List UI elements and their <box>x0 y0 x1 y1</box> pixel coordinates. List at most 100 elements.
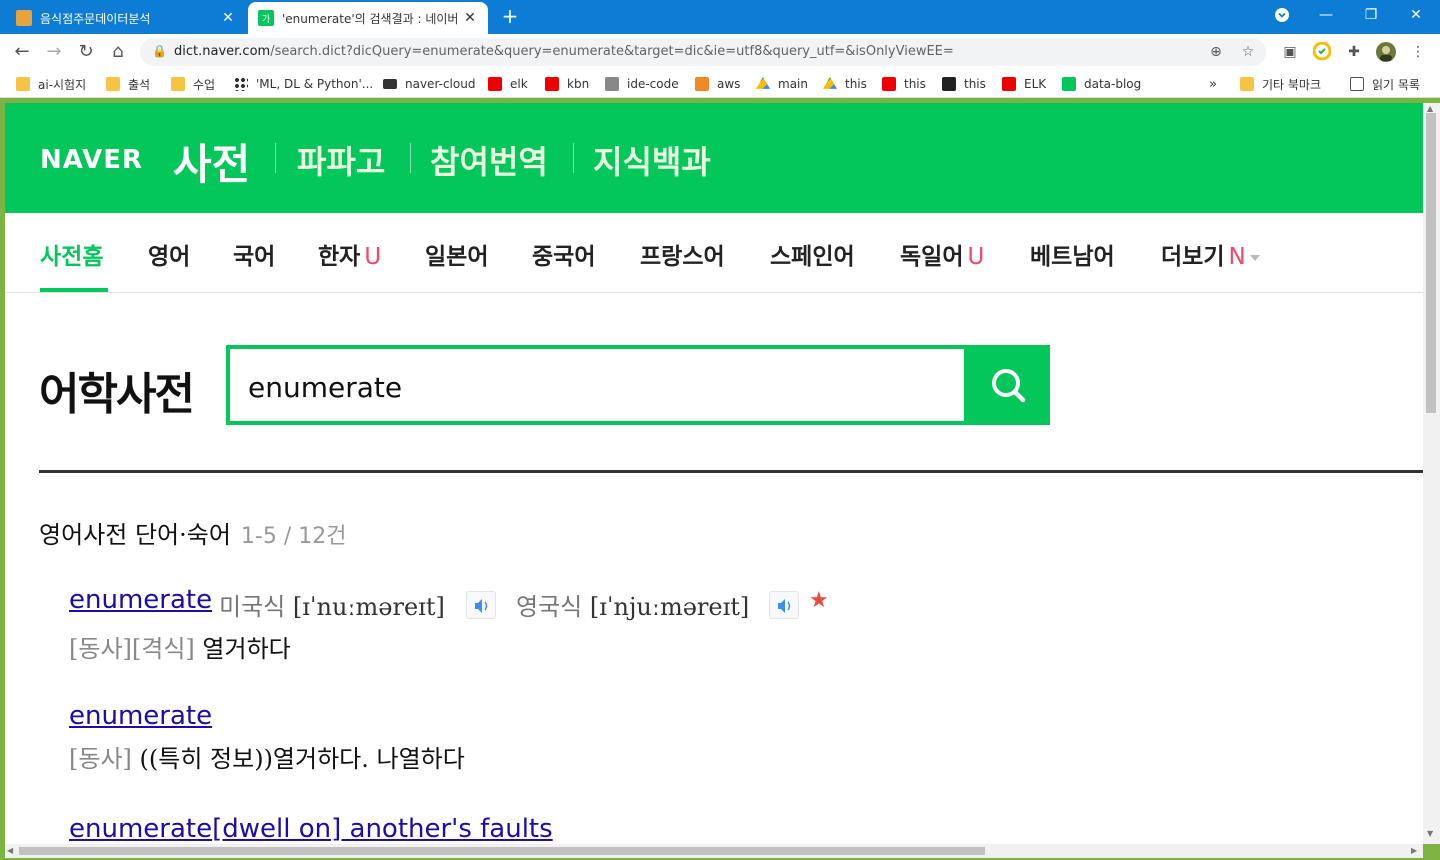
bookmark-item[interactable]: data-blog <box>1062 76 1141 92</box>
section-divider <box>39 470 1423 473</box>
bookmark-item[interactable]: this <box>823 76 867 92</box>
drive-icon <box>823 77 837 89</box>
bookmark-star-icon[interactable]: ☆ <box>1238 42 1258 62</box>
nav-hanja[interactable]: 한자 U <box>318 237 381 271</box>
bookmark-item[interactable]: kbn <box>545 76 589 92</box>
home-button[interactable]: ⌂ <box>106 40 130 64</box>
entry-meaning: [동사][격식] 열거하다 <box>69 635 291 663</box>
bookmark-item[interactable]: 출석 <box>106 76 150 92</box>
bookmark-item[interactable]: ai-시험지 <box>16 76 86 92</box>
nav-spanish[interactable]: 스페인어 <box>770 237 855 271</box>
entry-meaning: [동사] ((특히 정보))열거하다. 나열하다 <box>69 745 465 773</box>
entry-word-link[interactable]: enumerate <box>69 585 212 615</box>
bookmarks-overflow-button[interactable]: » <box>1209 76 1217 92</box>
us-pronunciation: 미국식 [ɪˈnuːməreɪt] <box>219 593 445 621</box>
close-icon[interactable]: ✕ <box>462 10 478 26</box>
entry-idiom-link[interactable]: enumerate[dwell on] another's faults <box>69 814 553 844</box>
nav-korean[interactable]: 국어 <box>233 237 275 271</box>
scroll-left-icon[interactable]: ◀ <box>7 846 13 855</box>
extension-color-icon[interactable] <box>1312 41 1332 62</box>
youtube-icon <box>882 77 896 91</box>
new-tab-button[interactable]: + <box>498 4 522 28</box>
search-box <box>226 345 968 425</box>
page-title: 어학사전 <box>39 369 195 420</box>
address-bar[interactable]: 🔒 dict.naver.com/search.dict?dicQuery=en… <box>140 38 1266 66</box>
horizontal-scrollbar[interactable]: ◀ ▶ <box>5 844 1423 858</box>
bookmark-item[interactable]: ELK <box>1002 76 1046 92</box>
bookmark-item[interactable]: this <box>882 76 926 92</box>
extension-icon[interactable]: ▣ <box>1280 42 1300 62</box>
bookmark-item[interactable]: 'ML, DL & Python'... <box>234 76 373 92</box>
nav-vietnamese[interactable]: 베트남어 <box>1030 237 1115 271</box>
tab-strip: 음식점주문데이터분석 ✕ 가 'enumerate'의 검색결과 : 네이버 ✕… <box>0 0 1440 34</box>
naver-header: NAVER 사전 파파고 참여번역 지식백과 <box>5 103 1423 213</box>
tab-naver-dict[interactable]: 가 'enumerate'의 검색결과 : 네이버 ✕ <box>248 2 488 34</box>
bookmark-item[interactable]: naver-cloud <box>383 76 475 92</box>
scroll-down-icon[interactable]: ▼ <box>1427 829 1433 838</box>
avatar[interactable] <box>1376 42 1396 62</box>
bookmark-item[interactable]: main <box>756 76 808 92</box>
reading-list-icon <box>1350 77 1364 91</box>
papago-link[interactable]: 파파고 <box>297 137 385 183</box>
tab-search-icon[interactable] <box>1262 0 1302 30</box>
ide-icon <box>605 77 619 91</box>
nav-english[interactable]: 영어 <box>148 237 190 271</box>
service-title[interactable]: 사전 <box>173 131 250 192</box>
scroll-up-icon[interactable]: ▲ <box>1427 104 1433 113</box>
separator <box>410 143 411 173</box>
scrollbar-thumb[interactable] <box>1426 113 1436 413</box>
search-icon <box>992 369 1026 403</box>
forward-button[interactable]: → <box>42 40 66 64</box>
reload-button[interactable]: ↻ <box>74 40 98 64</box>
bookmark-item[interactable]: this <box>942 76 986 92</box>
section-title: 영어사전 단어·숙어 1-5 / 12건 <box>39 521 347 549</box>
bookmark-item[interactable]: 수업 <box>171 76 215 92</box>
menu-icon[interactable]: ⋮ <box>1408 42 1428 62</box>
scroll-right-icon[interactable]: ▶ <box>1411 846 1417 855</box>
back-button[interactable]: ← <box>10 40 34 64</box>
zoom-icon[interactable]: ⊕ <box>1206 42 1226 62</box>
nav-dict-home[interactable]: 사전홈 <box>40 237 103 271</box>
translation-link[interactable]: 참여번역 <box>430 137 548 183</box>
nav-chinese[interactable]: 중국어 <box>532 237 595 271</box>
folder-icon <box>1240 77 1254 91</box>
puzzle-icon[interactable]: ✚ <box>1344 42 1364 62</box>
nav-french[interactable]: 프랑스어 <box>640 237 725 271</box>
scrollbar-thumb[interactable] <box>19 847 985 855</box>
restore-button[interactable]: ❐ <box>1351 0 1391 30</box>
nav-more[interactable]: 더보기 N <box>1161 237 1260 271</box>
notebook-icon <box>16 10 32 26</box>
new-badge: N <box>1228 244 1246 270</box>
result-count: 1-5 / 12건 <box>240 524 347 549</box>
star-icon[interactable]: ★ <box>809 588 829 613</box>
bookmark-item[interactable]: aws <box>695 76 740 92</box>
lock-icon[interactable]: 🔒 <box>152 44 167 58</box>
close-icon[interactable]: ✕ <box>220 10 236 26</box>
chevron-down-icon <box>1249 254 1260 261</box>
cloud-icon <box>383 79 397 89</box>
youtube-icon <box>488 77 502 91</box>
search-input[interactable] <box>248 367 948 407</box>
other-bookmarks[interactable]: 기타 북마크 <box>1240 76 1321 92</box>
tab-title: 'enumerate'의 검색결과 : 네이버 <box>282 11 459 26</box>
speaker-icon[interactable] <box>769 591 799 619</box>
encyclopedia-link[interactable]: 지식백과 <box>593 137 711 183</box>
entry-word-link[interactable]: enumerate <box>69 701 212 731</box>
naver-logo[interactable]: NAVER <box>40 145 143 175</box>
speaker-icon[interactable] <box>466 591 496 619</box>
tab-food-analysis[interactable]: 음식점주문데이터분석 ✕ <box>6 2 246 34</box>
page-content: NAVER 사전 파파고 참여번역 지식백과 사전홈 영어 국어 한자 U 일본어… <box>5 103 1423 844</box>
naver-dict-icon: 가 <box>258 10 274 26</box>
window-close-button[interactable]: ✕ <box>1396 0 1436 30</box>
nav-german[interactable]: 독일어 U <box>900 237 984 271</box>
minimize-button[interactable]: — <box>1306 0 1346 30</box>
nav-japanese[interactable]: 일본어 <box>425 237 488 271</box>
bookmark-item[interactable]: elk <box>488 76 528 92</box>
reading-list[interactable]: 읽기 목록 <box>1350 76 1420 92</box>
aws-icon <box>695 77 709 91</box>
bookmark-item[interactable]: ide-code <box>605 76 679 92</box>
uk-pronunciation: 영국식 [ɪˈnjuːməreɪt] <box>516 593 750 621</box>
vertical-scrollbar[interactable]: ▲ ▼ <box>1423 103 1440 844</box>
update-badge: U <box>967 244 985 270</box>
search-button[interactable] <box>966 345 1050 425</box>
